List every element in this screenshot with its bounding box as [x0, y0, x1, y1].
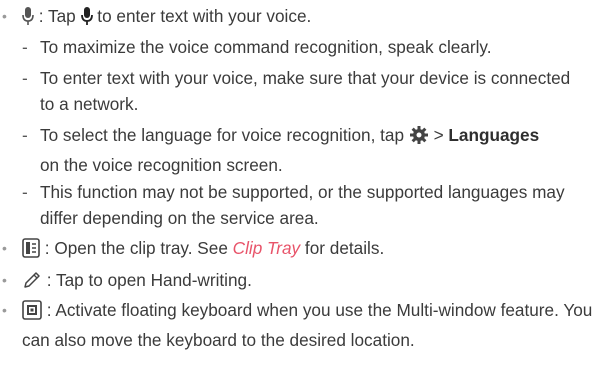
document-page: • : Tap to enter text with your voice. -… [0, 0, 606, 379]
clip-tray-icon [22, 238, 40, 265]
dash-marker: - [22, 68, 28, 88]
language-note-post: on the voice recognition screen. [40, 155, 283, 175]
bullet-dot: • [2, 240, 7, 256]
pen-icon [22, 270, 42, 297]
voice-bullet-body: : Tap to enter text with your voice. [22, 3, 602, 33]
voice-note-text: To maximize the voice command recognitio… [40, 37, 492, 57]
clip-bullet-body: : Open the clip tray. See Clip Tray for … [22, 235, 602, 265]
clip-post: for details. [300, 238, 385, 258]
clip-pre: : Open the clip tray. See [40, 238, 233, 258]
language-arrow: > [428, 125, 449, 145]
gear-icon [409, 125, 429, 152]
microphone-icon [80, 6, 93, 33]
hand-text: : Tap to open Hand-writing. [42, 270, 252, 290]
language-note-body: To select the language for voice recogni… [40, 122, 600, 178]
languages-label: Languages [448, 125, 540, 145]
floating-keyboard-icon [22, 300, 42, 327]
voice-note-text: To enter text with your voice, make sure… [40, 68, 571, 114]
microphone-icon [22, 6, 34, 33]
dash-marker: - [22, 37, 28, 57]
bullet-dot: • [2, 8, 7, 24]
voice-text: to enter text with your voice. [92, 6, 312, 26]
floating-text: : Activate floating keyboard when you us… [22, 300, 593, 350]
dash-marker: - [22, 125, 28, 145]
dash-marker: - [22, 182, 28, 202]
hand-bullet-body: : Tap to open Hand-writing. [22, 267, 602, 297]
voice-sep: : Tap [34, 6, 81, 26]
language-note-pre: To select the language for voice recogni… [40, 125, 409, 145]
bullet-dot: • [2, 272, 7, 288]
support-note-text: This function may not be supported, or t… [40, 182, 565, 228]
bullet-dot: • [2, 302, 7, 318]
floating-bullet-body: : Activate floating keyboard when you us… [22, 297, 602, 353]
clip-tray-link[interactable]: Clip Tray [233, 238, 300, 258]
